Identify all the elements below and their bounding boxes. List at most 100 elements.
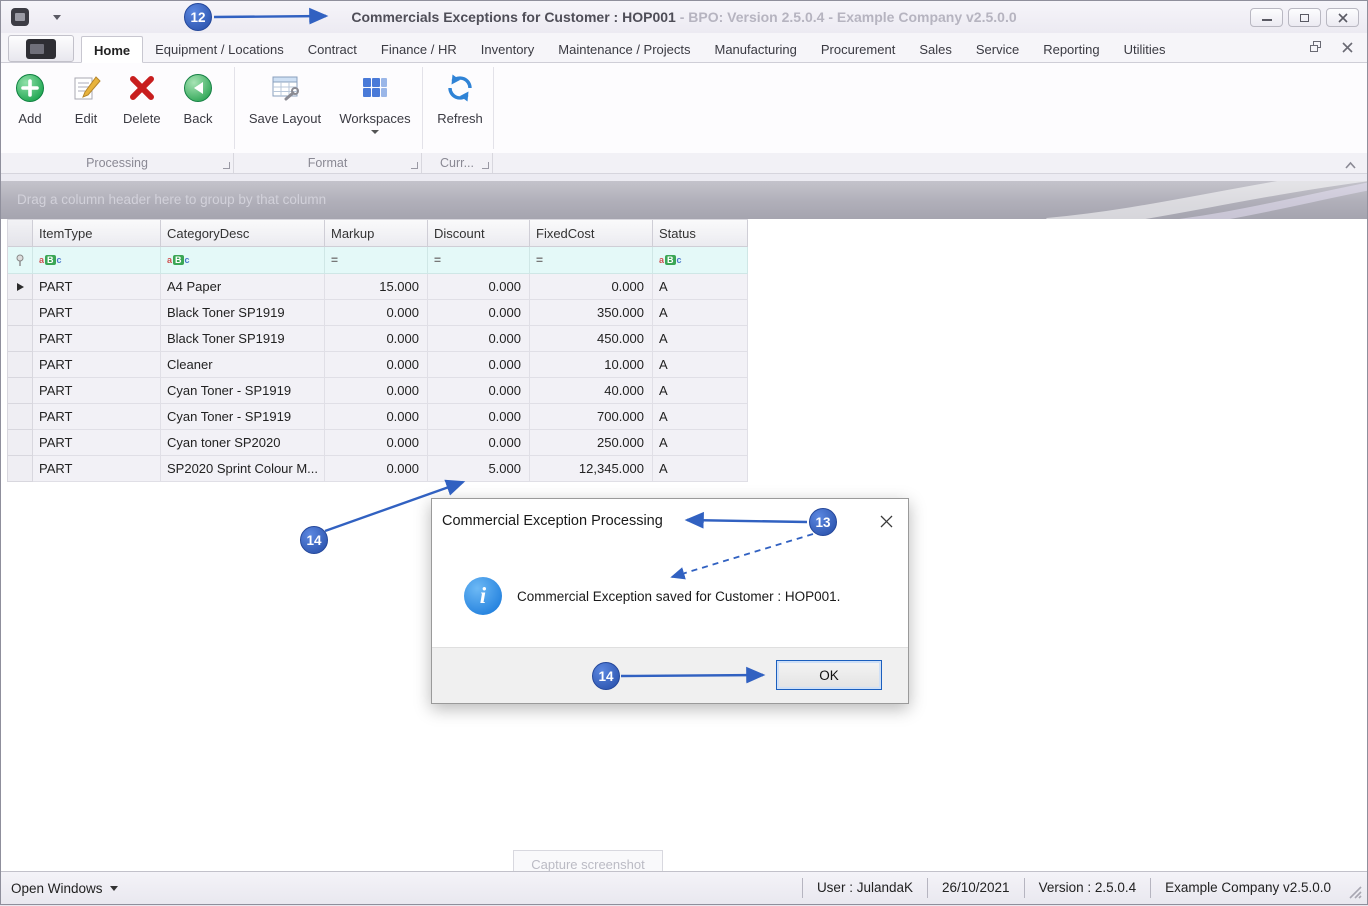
dialog-launcher-icon[interactable] bbox=[223, 162, 230, 169]
filter-categorydesc[interactable]: aBc bbox=[161, 247, 325, 274]
filter-pin-icon bbox=[15, 254, 25, 267]
table-row[interactable]: PART Cleaner 0.000 0.000 10.000 A bbox=[8, 352, 748, 378]
tab-finance-hr[interactable]: Finance / HR bbox=[369, 36, 469, 63]
filter-row-indicator bbox=[8, 247, 33, 274]
table-row[interactable]: PART A4 Paper 15.000 0.000 0.000 A bbox=[8, 274, 748, 300]
column-header-discount[interactable]: Discount bbox=[428, 220, 530, 247]
cell-itemtype: PART bbox=[33, 430, 161, 456]
column-header-status[interactable]: Status bbox=[653, 220, 748, 247]
ok-button[interactable]: OK bbox=[776, 660, 882, 690]
close-button[interactable] bbox=[1326, 8, 1359, 27]
edit-icon bbox=[69, 71, 103, 105]
table-row[interactable]: PART SP2020 Sprint Colour M... 0.000 5.0… bbox=[8, 456, 748, 482]
maximize-icon bbox=[1300, 14, 1309, 22]
row-indicator bbox=[8, 404, 33, 430]
tab-inventory[interactable]: Inventory bbox=[469, 36, 546, 63]
column-header-fixedcost[interactable]: FixedCost bbox=[530, 220, 653, 247]
cell-fixedcost: 250.000 bbox=[530, 430, 653, 456]
tab-sales[interactable]: Sales bbox=[907, 36, 964, 63]
ribbon-collapse-button[interactable] bbox=[1344, 158, 1357, 173]
open-windows-dropdown[interactable]: Open Windows bbox=[11, 881, 118, 896]
dialog-close-button[interactable] bbox=[878, 513, 894, 529]
group-processing: Processing bbox=[1, 153, 234, 173]
table-row[interactable]: PART Cyan Toner - SP1919 0.000 0.000 700… bbox=[8, 404, 748, 430]
cell-categorydesc: Cyan Toner - SP1919 bbox=[161, 404, 325, 430]
cell-itemtype: PART bbox=[33, 352, 161, 378]
filter-itemtype[interactable]: aBc bbox=[33, 247, 161, 274]
tab-equipment-locations[interactable]: Equipment / Locations bbox=[143, 36, 296, 63]
cell-itemtype: PART bbox=[33, 300, 161, 326]
status-bar: Open Windows User : JulandaK 26/10/2021 … bbox=[1, 871, 1367, 904]
mdi-window-controls bbox=[1290, 39, 1353, 57]
tab-manufacturing[interactable]: Manufacturing bbox=[703, 36, 809, 63]
filter-fixedcost[interactable]: = bbox=[530, 247, 653, 274]
column-header-itemtype[interactable]: ItemType bbox=[33, 220, 161, 247]
table-row[interactable]: PART Black Toner SP1919 0.000 0.000 350.… bbox=[8, 300, 748, 326]
chevron-up-icon bbox=[1344, 161, 1357, 170]
cell-categorydesc: Black Toner SP1919 bbox=[161, 300, 325, 326]
dialog-launcher-icon[interactable] bbox=[411, 162, 418, 169]
group-format-label: Format bbox=[308, 156, 348, 170]
add-label: Add bbox=[18, 111, 41, 126]
delete-button[interactable]: Delete bbox=[119, 67, 165, 128]
edit-button[interactable]: Edit bbox=[65, 67, 107, 128]
minimize-icon bbox=[1262, 19, 1272, 21]
cell-markup: 0.000 bbox=[325, 352, 428, 378]
cell-discount: 0.000 bbox=[428, 300, 530, 326]
tab-reporting[interactable]: Reporting bbox=[1031, 36, 1111, 63]
tab-maintenance-projects[interactable]: Maintenance / Projects bbox=[546, 36, 702, 63]
add-button[interactable]: Add bbox=[9, 67, 51, 128]
save-layout-button[interactable]: Save Layout bbox=[243, 67, 327, 128]
workspaces-label: Workspaces bbox=[339, 111, 410, 126]
back-icon bbox=[181, 71, 215, 105]
mdi-close-button[interactable] bbox=[1342, 41, 1353, 56]
cell-status: A bbox=[653, 274, 748, 300]
tab-procurement[interactable]: Procurement bbox=[809, 36, 907, 63]
cell-status: A bbox=[653, 326, 748, 352]
statusbar-date: 26/10/2021 bbox=[927, 878, 1024, 898]
app-menu-button[interactable] bbox=[8, 35, 74, 62]
cell-fixedcost: 40.000 bbox=[530, 378, 653, 404]
mdi-restore-button[interactable] bbox=[1310, 41, 1322, 56]
cell-categorydesc: Cyan toner SP2020 bbox=[161, 430, 325, 456]
filter-markup[interactable]: = bbox=[325, 247, 428, 274]
cell-fixedcost: 350.000 bbox=[530, 300, 653, 326]
cell-itemtype: PART bbox=[33, 404, 161, 430]
cell-markup: 0.000 bbox=[325, 430, 428, 456]
equals-filter-icon: = bbox=[434, 253, 441, 267]
dialog-body: i Commercial Exception saved for Custome… bbox=[432, 543, 908, 649]
titlebar: Commercials Exceptions for Customer : HO… bbox=[1, 1, 1367, 33]
workspaces-button[interactable]: Workspaces bbox=[333, 67, 417, 136]
dialog-titlebar: Commercial Exception Processing bbox=[432, 499, 908, 543]
refresh-label: Refresh bbox=[437, 111, 483, 126]
current-row-arrow-icon bbox=[17, 283, 24, 291]
tab-home[interactable]: Home bbox=[81, 36, 143, 63]
back-button[interactable]: Back bbox=[177, 67, 219, 128]
cell-categorydesc: SP2020 Sprint Colour M... bbox=[161, 456, 325, 482]
cell-markup: 0.000 bbox=[325, 378, 428, 404]
cell-categorydesc: A4 Paper bbox=[161, 274, 325, 300]
column-header-categorydesc[interactable]: CategoryDesc bbox=[161, 220, 325, 247]
cell-status: A bbox=[653, 404, 748, 430]
filter-status[interactable]: aBc bbox=[653, 247, 748, 274]
maximize-button[interactable] bbox=[1288, 8, 1321, 27]
filter-discount[interactable]: = bbox=[428, 247, 530, 274]
info-icon: i bbox=[464, 577, 502, 615]
resize-grip[interactable] bbox=[1347, 884, 1363, 900]
statusbar-company: Example Company v2.5.0.0 bbox=[1150, 878, 1345, 898]
cell-fixedcost: 12,345.000 bbox=[530, 456, 653, 482]
table-row[interactable]: PART Black Toner SP1919 0.000 0.000 450.… bbox=[8, 326, 748, 352]
group-current: Curr... bbox=[422, 153, 493, 173]
tab-utilities[interactable]: Utilities bbox=[1112, 36, 1178, 63]
tab-service[interactable]: Service bbox=[964, 36, 1031, 63]
minimize-button[interactable] bbox=[1250, 8, 1283, 27]
table-row[interactable]: PART Cyan Toner - SP1919 0.000 0.000 40.… bbox=[8, 378, 748, 404]
refresh-button[interactable]: Refresh bbox=[431, 67, 489, 128]
dialog-launcher-icon[interactable] bbox=[482, 162, 489, 169]
group-format: Format bbox=[234, 153, 422, 173]
grid-top-strip bbox=[1, 174, 1367, 181]
tab-contract[interactable]: Contract bbox=[296, 36, 369, 63]
table-row[interactable]: PART Cyan toner SP2020 0.000 0.000 250.0… bbox=[8, 430, 748, 456]
column-header-markup[interactable]: Markup bbox=[325, 220, 428, 247]
refresh-icon bbox=[443, 71, 477, 105]
